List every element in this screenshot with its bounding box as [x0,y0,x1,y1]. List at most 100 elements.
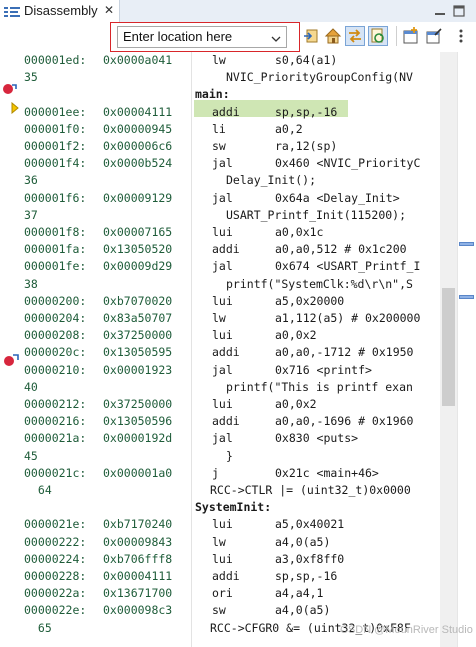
instruction-address: 000001fe: [24,259,87,274]
instruction-mnemonic: lui [212,328,233,343]
disassembly-row[interactable]: 000001ee: 0x00004111 addi sp,sp,-16 [0,104,440,121]
pin-icon[interactable] [424,26,444,46]
source-line-row[interactable]: 35 NVIC_PriorityGroupConfig(NV [0,69,440,86]
instruction-address: 000001ed: [24,53,87,67]
location-input[interactable]: Enter location here [123,29,232,44]
instruction-opcode: 0xb7070020 [103,293,173,308]
instruction-operands: a0,0x1c [275,225,324,239]
instruction-operands: a0,0x2 [275,397,317,411]
disassembly-row[interactable]: 000001f8: 0x00007165 lui a0,0x1c [0,224,440,241]
disassembly-row[interactable]: 00000210: 0x00001923 jal 0x716 <printf> [0,362,440,379]
function-label-row[interactable]: SystemInit: [0,499,440,516]
go-icon[interactable] [302,26,322,46]
maximize-icon[interactable] [452,4,466,18]
instruction-operands: ra,12(sp) [275,139,338,153]
instruction-opcode: 0x13050595 [103,345,173,360]
instruction-mnemonic: lw [212,534,226,549]
instruction-opcode: 0x0000a041 [103,53,173,67]
disassembly-row[interactable]: 00000228: 0x00004111 addi sp,sp,-16 [0,568,440,585]
disassembly-row[interactable]: 0000021e: 0xb7170240 lui a5,0x40021 [0,516,440,533]
disassembly-row[interactable]: 00000212: 0x37250000 lui a0,0x2 [0,396,440,413]
source-line-row[interactable]: 37 USART_Printf_Init(115200); [0,207,440,224]
toolbar-separator [396,26,397,46]
disassembly-row[interactable]: 00000200: 0xb7070020 lui a5,0x20000 [0,293,440,310]
instruction-opcode: 0x00004111 [103,104,173,119]
home-icon[interactable] [323,26,343,46]
source-line-number: 64 [31,483,52,497]
disassembly-row[interactable]: 000001fe: 0x00009d29 jal 0x674 <USART_Print… [0,258,440,275]
disassembly-row[interactable]: 00000208: 0x37250000 lui a0,0x2 [0,327,440,344]
instruction-operands: a4,a4,1 [275,586,324,601]
new-view-icon[interactable] [401,26,421,46]
instruction-opcode: 0x00009843 [103,534,173,549]
disassembly-row[interactable]: 000001f4: 0x0000b524 jal 0x460 <NVIC_Priori… [0,155,440,172]
instruction-address: 00000204: [24,311,87,325]
instruction-opcode: 0x83a50707 [103,311,173,325]
instruction-mnemonic: lui [212,293,233,308]
function-label-row[interactable]: main: [0,86,440,103]
source-line-text: } [226,448,233,463]
source-line-row[interactable]: 64 RCC->CTLR |= (uint32_t)0x0000 [0,482,440,499]
chevron-down-icon[interactable] [271,31,281,42]
instruction-address: 00000216: [24,414,87,429]
source-line-row[interactable]: 38 printf("SystemClk:%d\r\n",S [0,276,440,293]
disassembly-row[interactable]: 00000224: 0xb706fff8 lui a3,0xf8ff0 [0,551,440,568]
disassembly-row[interactable]: 000001ed: 0x0000a041 lw s0,64(a1) [0,52,440,69]
disassembly-row[interactable]: 0000022a: 0x13671700 ori a4,a4,1 [0,585,440,602]
disassembly-row[interactable]: 00000204: 0x83a50707 lw a1,112(a5) # 0x2000… [0,310,440,327]
overview-mark[interactable] [459,295,474,299]
instruction-mnemonic: lui [212,225,233,239]
disassembly-row[interactable]: 0000022e: 0x000098c3 sw a4,0(a5) [0,602,440,619]
instruction-opcode: 0x00009129 [103,190,173,205]
disassembly-row[interactable]: 000001f6: 0x00009129 jal 0x64a <Delay_Init> [0,190,440,207]
disassembly-row[interactable]: 00000216: 0x13050596 addi a0,a0,-1696 # 0x1… [0,413,440,430]
instruction-address: 00000212: [24,397,87,411]
instruction-mnemonic: addi [212,345,240,360]
instruction-address: 0000020c: [24,345,87,360]
instruction-opcode: 0x37250000 [103,397,173,411]
instruction-operands: a4,0(a5) [275,603,331,618]
instruction-opcode: 0x00009d29 [103,259,173,274]
disassembly-row[interactable]: 000001f0: 0x00000945 li a0,2 [0,121,440,138]
close-icon[interactable]: ✕ [104,3,114,17]
instruction-address: 0000021c: [24,465,87,480]
view-menu-icon[interactable] [450,26,472,46]
instruction-mnemonic: addi [212,242,240,257]
location-combo[interactable]: Enter location here [117,26,287,48]
disassembly-row[interactable]: 000001f2: 0x000006c6 sw ra,12(sp) [0,138,440,155]
scrollbar-thumb[interactable] [442,288,455,406]
disassembly-row[interactable]: 00000222: 0x00009843 lw a4,0(a5) [0,534,440,551]
disassembly-row[interactable]: 0000021c: 0x000001a0 j 0x21c <main+46> [0,465,440,482]
function-label: SystemInit: [195,500,272,515]
disassembly-row[interactable]: 000001fa: 0x13050520 addi a0,a0,512 # 0x1c2… [0,241,440,258]
overview-mark[interactable] [459,242,474,246]
instruction-address: 000001ee: [24,104,87,119]
minimize-icon[interactable] [433,4,447,18]
instruction-mnemonic: lw [212,311,226,325]
instruction-mnemonic: j [212,465,219,480]
source-line-number: 45 [24,448,38,463]
instruction-opcode: 0x00000945 [103,121,173,136]
location-highlight-box: Enter location here [110,22,300,52]
instruction-mnemonic: addi [212,569,240,583]
instruction-opcode: 0x0000192d [103,431,173,446]
instruction-operands: 0x460 <NVIC_PriorityC [275,156,421,171]
disassembly-row[interactable]: 0000021a: 0x0000192d jal 0x830 <puts> [0,430,440,447]
instruction-address: 000001f0: [24,121,87,136]
disassembly-row[interactable]: 0000020c: 0x13050595 addi a0,a0,-1712 # 0x1… [0,344,440,361]
source-line-number: 65 [31,620,52,635]
source-line-row[interactable]: 45} [0,448,440,465]
instruction-operands: s0,64(a1) [275,53,338,67]
overview-ruler[interactable] [457,52,476,647]
instruction-operands: a1,112(a5) # 0x200000 [275,311,421,325]
source-line-row[interactable]: 36 Delay_Init(); [0,172,440,189]
instruction-address: 00000228: [24,569,87,583]
link-with-editor-icon[interactable] [345,26,365,46]
instruction-mnemonic: lui [212,397,233,411]
disassembly-content[interactable]: 000001ed: 0x0000a041 lw s0,64(a1) 35 NVIC_Pri… [0,52,476,647]
refresh-icon[interactable] [368,26,388,46]
source-line-row[interactable]: 40 printf("This is printf exan [0,379,440,396]
tab-disassembly[interactable]: Disassembly ✕ [0,0,120,22]
instruction-address: 000001f6: [24,190,87,205]
tab-title: Disassembly [24,3,98,18]
